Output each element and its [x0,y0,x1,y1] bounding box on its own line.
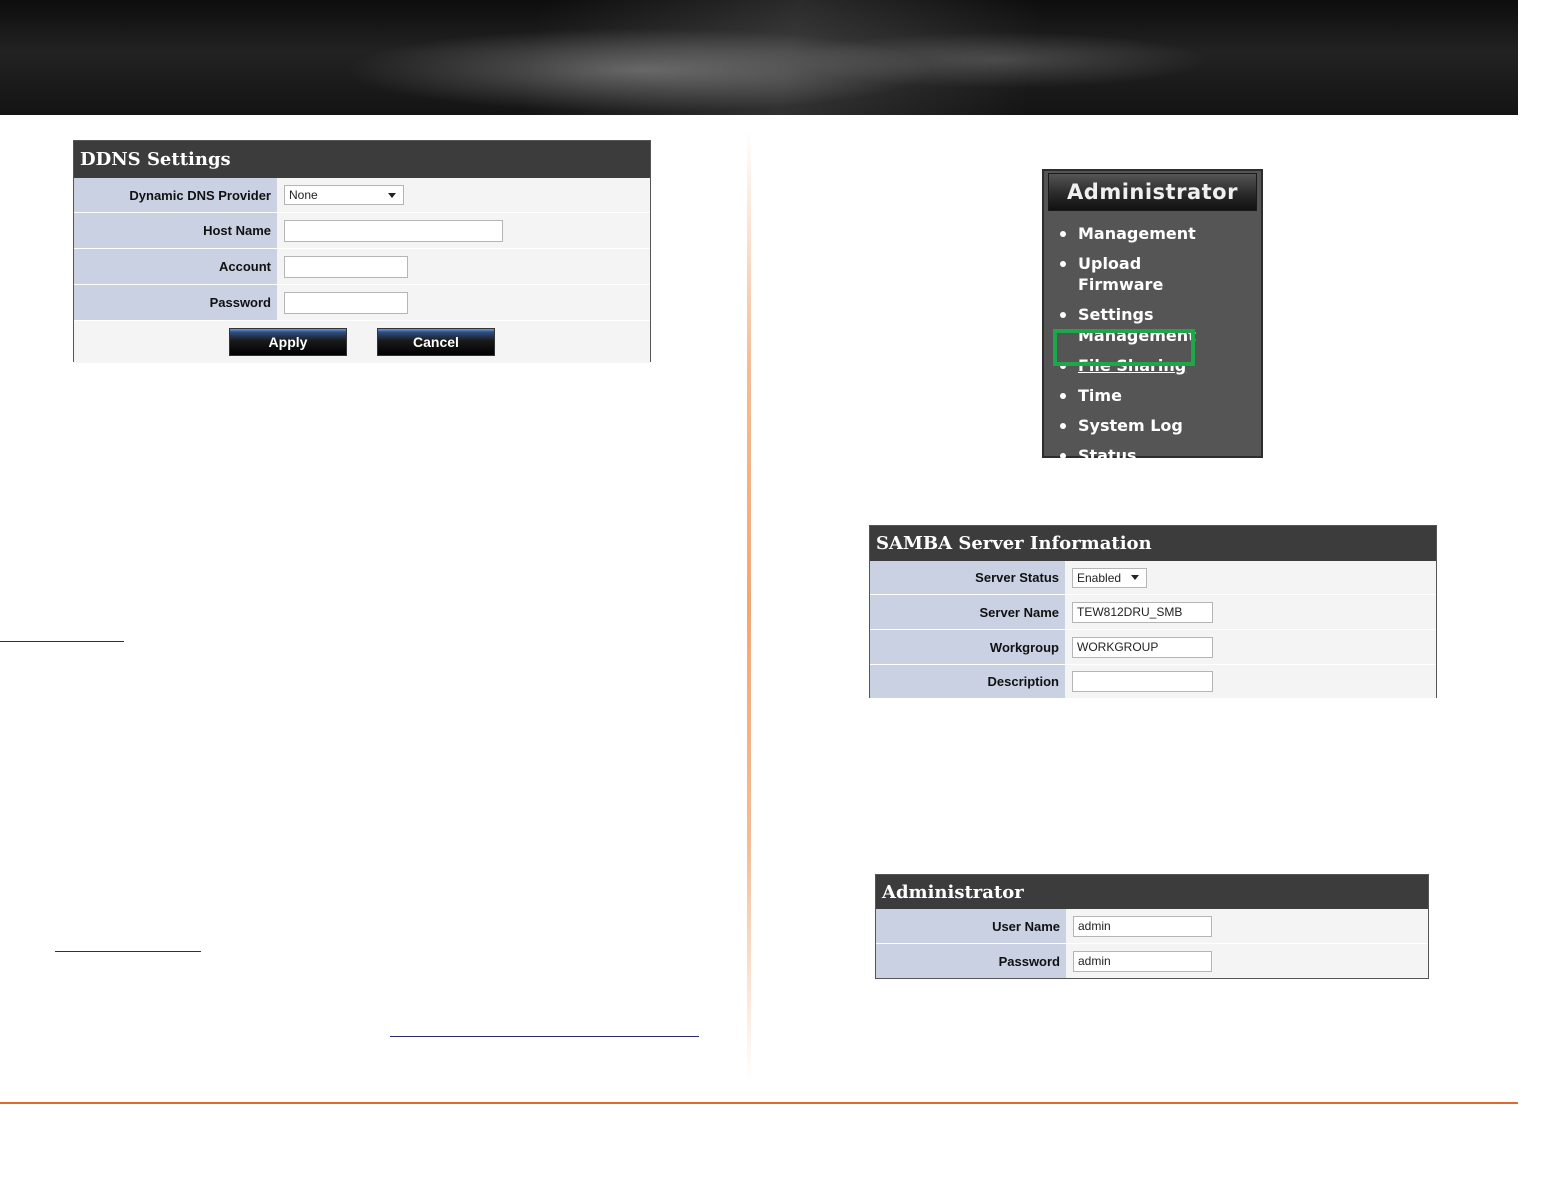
menu-item-status[interactable]: Status [1060,445,1228,466]
description-input[interactable] [1072,671,1213,692]
bullet-icon [1060,261,1066,267]
ddns-settings-panel: DDNS Settings Dynamic DNS Provider None … [73,140,651,363]
field-label: Server Name [870,595,1065,629]
form-row: Password [74,285,650,321]
samba-server-information-panel: SAMBA Server Information Server Status E… [869,525,1437,698]
form-row: Workgroup [870,630,1436,665]
apply-button[interactable]: Apply [229,328,347,356]
administrator-credentials-panel: Administrator User Name Password [875,874,1429,979]
page-divider [747,130,751,1080]
form-row: Host Name [74,213,650,249]
user-name-input[interactable] [1073,915,1212,937]
admin-password-input[interactable] [1073,950,1212,972]
field-label: Password [74,285,277,320]
server-name-input[interactable] [1072,601,1213,623]
menu-item-time[interactable]: Time [1060,385,1228,406]
menu-item-label: System Log [1078,416,1183,435]
link-underline [55,951,201,952]
form-row: Account [74,249,650,285]
footer-rule [0,1102,1518,1104]
button-row: Apply Cancel [74,321,650,363]
field-label: Dynamic DNS Provider [74,178,277,212]
chevron-down-icon [388,192,396,198]
highlight-box [1053,329,1195,366]
menu-item-label: Status [1078,446,1137,465]
administrator-menu: Administrator Management Upload Firmware… [1042,169,1263,465]
form-row: Server Status Enabled [870,561,1436,595]
header-swoosh [0,0,1518,115]
bullet-icon [1060,231,1066,237]
select-value: Enabled [1077,570,1122,585]
panel-title: DDNS Settings [74,141,650,178]
account-input[interactable] [284,255,408,278]
field-label: User Name [876,909,1066,943]
host-name-input[interactable] [284,219,503,242]
menu-item-management[interactable]: Management [1060,223,1228,244]
server-status-select[interactable]: Enabled [1072,567,1147,588]
select-value: None [289,188,318,202]
field-label: Description [870,665,1065,698]
cancel-button[interactable]: Cancel [377,328,495,356]
form-row: Server Name [870,595,1436,630]
form-row: User Name [876,909,1428,944]
field-label: Workgroup [870,630,1065,664]
chevron-down-icon [1131,575,1139,580]
bullet-icon [1060,423,1066,429]
menu-item-label: Management [1078,224,1196,243]
panel-title: Administrator [876,875,1428,909]
underline-rule [0,641,124,642]
form-row: Description [870,665,1436,698]
menu-item-label: Upload Firmware [1078,254,1164,294]
form-row: Password [876,944,1428,978]
form-row: Dynamic DNS Provider None [74,178,650,213]
link-underline [390,1036,699,1037]
menu-item-label: Time [1078,386,1122,405]
bullet-icon [1060,312,1066,318]
workgroup-input[interactable] [1072,636,1213,658]
field-label: Server Status [870,561,1065,594]
field-label: Host Name [74,213,277,248]
menu-item-system-log[interactable]: System Log [1060,415,1228,436]
menu-title: Administrator [1048,173,1257,211]
menu-item-upload-firmware[interactable]: Upload Firmware [1060,253,1228,295]
dynamic-dns-provider-select[interactable]: None [284,185,404,205]
bullet-icon [1060,393,1066,399]
bullet-icon [1060,453,1066,459]
field-label: Account [74,249,277,284]
panel-title: SAMBA Server Information [870,526,1436,561]
field-label: Password [876,944,1066,978]
password-input[interactable] [284,291,408,314]
